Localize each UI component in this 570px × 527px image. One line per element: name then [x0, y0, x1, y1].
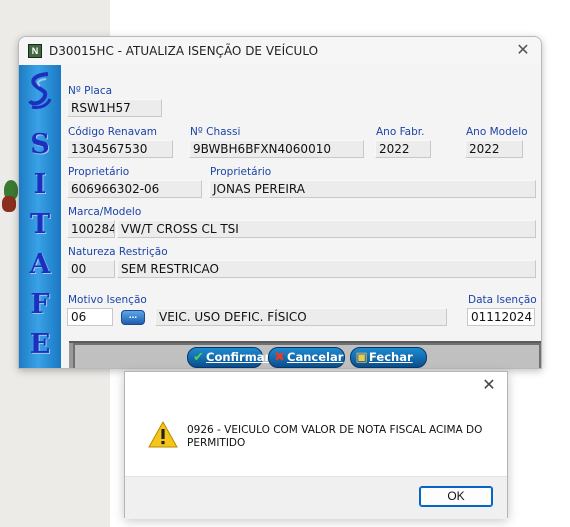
- brand-letter: T: [29, 209, 51, 240]
- marca-modelo-desc-field[interactable]: VW/T CROSS CL TSI: [117, 220, 536, 238]
- marca-modelo-code-field[interactable]: 100284: [67, 220, 115, 238]
- renavam-field[interactable]: 1304567530: [67, 140, 173, 158]
- data-isencao-input[interactable]: 01112024: [467, 308, 535, 326]
- sitafe-brand-bar: S I T A F E: [19, 65, 61, 368]
- window-close-icon[interactable]: ✕: [513, 41, 533, 61]
- proprietario-nome-field[interactable]: JONAS PEREIRA: [209, 180, 536, 198]
- chassi-field[interactable]: 9BWBH6BFXN4060010: [189, 140, 364, 158]
- brand-letter: A: [29, 249, 51, 280]
- exit-door-icon: ▣: [355, 350, 368, 365]
- main-window: N D30015HC - ATUALIZA ISENÇÃO DE VEÍCULO…: [18, 36, 542, 369]
- motivo-desc-field[interactable]: VEIC. USO DEFIC. FÍSICO: [155, 308, 447, 326]
- warning-icon: [148, 421, 178, 448]
- confirmar-button[interactable]: ✔ Confirmar: [187, 347, 270, 368]
- placa-label: Nº Placa: [68, 85, 113, 97]
- fechar-label: Fechar: [369, 350, 413, 364]
- ano-modelo-field[interactable]: 2022: [465, 140, 523, 158]
- motivo-code-input[interactable]: 06: [67, 308, 113, 326]
- brand-letter: E: [29, 329, 51, 360]
- natureza-code-field[interactable]: 00: [67, 260, 115, 278]
- brand-letter: F: [30, 289, 50, 320]
- confirmar-label: Confirmar: [206, 350, 271, 364]
- brand-letter: I: [33, 169, 47, 200]
- natureza-desc-field[interactable]: SEM RESTRICAO: [117, 260, 536, 278]
- ano-fabr-field[interactable]: 2022: [375, 140, 431, 158]
- data-isencao-label: Data Isenção: [468, 294, 537, 306]
- ano-modelo-label: Ano Modelo: [466, 126, 528, 138]
- alert-close-icon[interactable]: ✕: [479, 376, 499, 396]
- renavam-label: Código Renavam: [68, 126, 158, 138]
- app-icon: N: [28, 44, 42, 58]
- proprietario-doc-label: Proprietário: [68, 166, 130, 178]
- proprietario-nome-label: Proprietário: [210, 166, 272, 178]
- cancel-icon: ✖: [274, 350, 285, 365]
- ok-button[interactable]: OK: [419, 486, 493, 507]
- alert-message: 0926 - VEICULO COM VALOR DE NOTA FISCAL …: [187, 424, 483, 449]
- natureza-label: Natureza Restrição: [68, 246, 168, 258]
- background-logo-fragment: [0, 170, 20, 230]
- checkmark-icon: ✔: [193, 350, 204, 365]
- placa-field[interactable]: RSW1H57: [67, 99, 162, 117]
- cancelar-label: Cancelar: [287, 350, 344, 364]
- ano-fabr-label: Ano Fabr.: [376, 126, 425, 138]
- form-area: S I T A F E Nº Placa RSW1H57 Código Rena…: [19, 65, 541, 368]
- marca-modelo-label: Marca/Modelo: [68, 206, 142, 218]
- sitafe-logo-icon: [28, 72, 52, 109]
- window-title: D30015HC - ATUALIZA ISENÇÃO DE VEÍCULO: [49, 44, 319, 58]
- title-bar: N D30015HC - ATUALIZA ISENÇÃO DE VEÍCULO…: [19, 37, 541, 65]
- motivo-label: Motivo Isenção: [68, 294, 147, 306]
- fechar-button[interactable]: ▣ Fechar: [350, 347, 427, 368]
- brand-letter: S: [30, 129, 50, 160]
- chassi-label: Nº Chassi: [190, 126, 241, 138]
- cancelar-button[interactable]: ✖ Cancelar: [268, 347, 345, 368]
- proprietario-doc-field[interactable]: 606966302-06: [67, 180, 202, 198]
- motivo-lookup-button[interactable]: ...: [121, 310, 145, 325]
- alert-dialog: ✕ 0926 - VEICULO COM VALOR DE NOTA FISCA…: [124, 371, 508, 519]
